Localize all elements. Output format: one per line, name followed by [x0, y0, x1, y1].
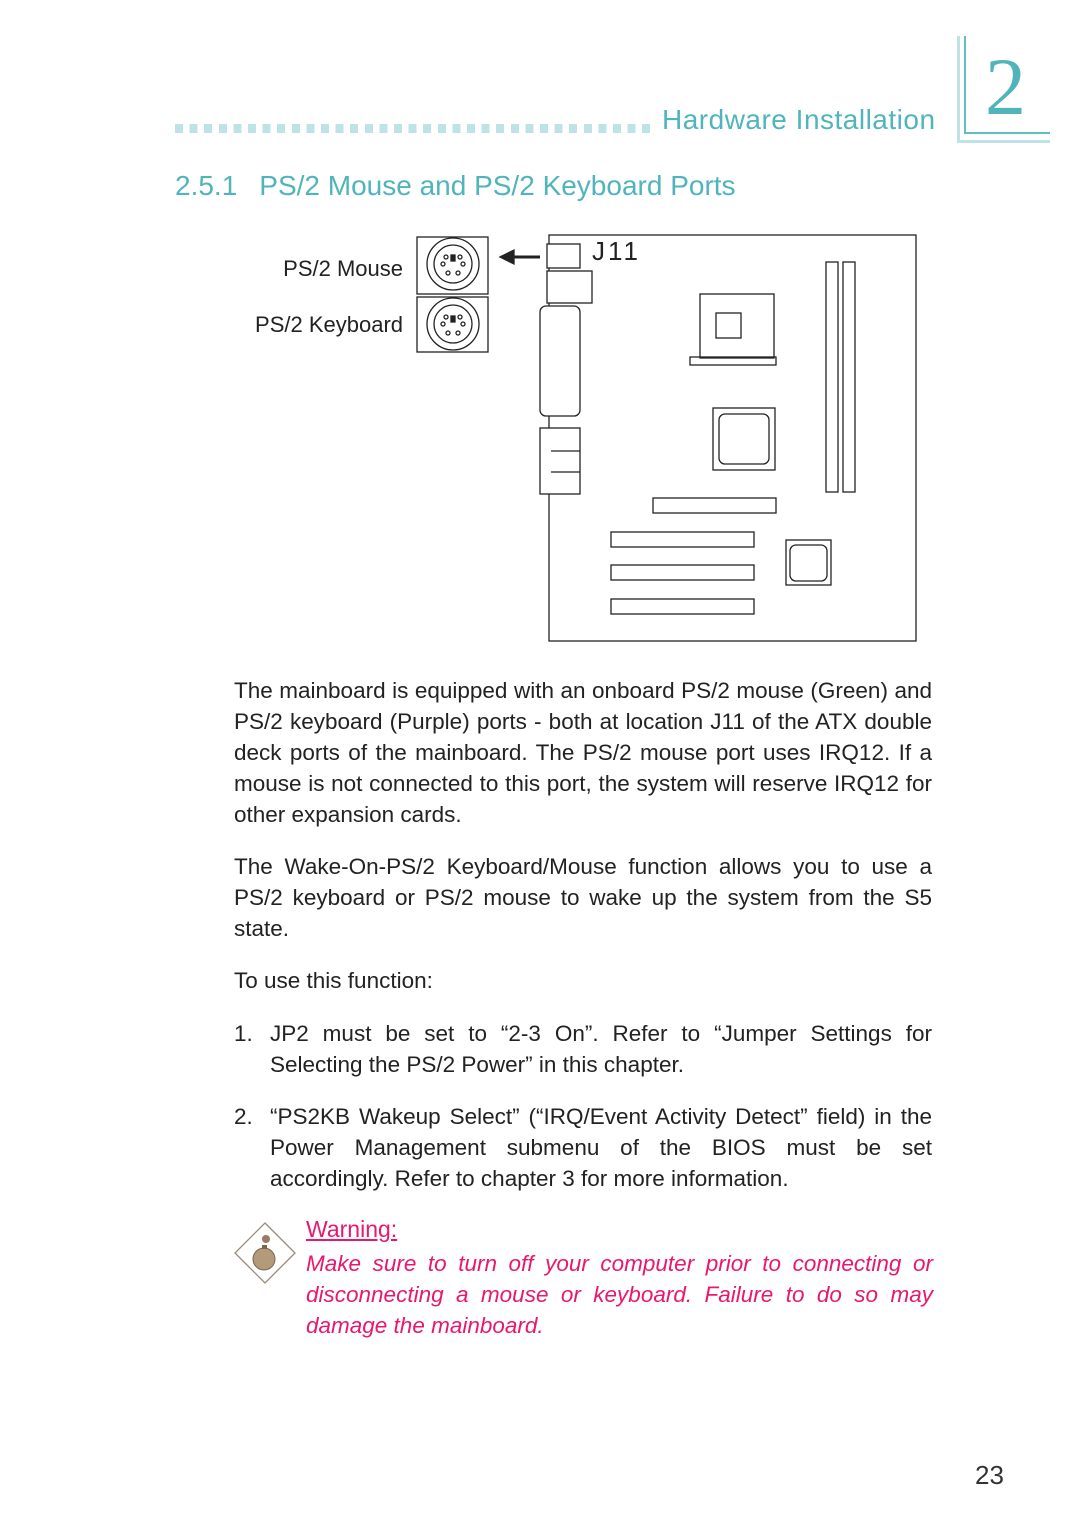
warning-text: Make sure to turn off your computer prio… — [306, 1251, 933, 1338]
list-item: 2. “PS2KB Wakeup Select” (“IRQ/Event Act… — [234, 1101, 932, 1194]
list-text: JP2 must be set to “2-3 On”. Refer to “J… — [270, 1021, 932, 1077]
paragraph-2: The Wake-On-PS/2 Keyboard/Mouse function… — [234, 854, 932, 941]
paragraph-1: The mainboard is equipped with an onboar… — [234, 678, 932, 827]
list-number: 1. — [234, 1021, 253, 1046]
list-text: “PS2KB Wakeup Select” (“IRQ/Event Activi… — [270, 1104, 932, 1191]
ps2-port-keyboard — [416, 296, 489, 353]
warning-title: Warning: — [306, 1216, 398, 1242]
list-item: 1. JP2 must be set to “2-3 On”. Refer to… — [234, 1018, 932, 1080]
list-number: 2. — [234, 1104, 253, 1129]
mainboard-diagram — [416, 234, 917, 642]
paragraph-3: To use this function: — [234, 968, 433, 993]
bomb-icon — [234, 1222, 296, 1284]
ps2-port-mouse — [416, 236, 489, 295]
page-number: 23 — [975, 1460, 1004, 1490]
arrow-icon — [498, 248, 540, 266]
